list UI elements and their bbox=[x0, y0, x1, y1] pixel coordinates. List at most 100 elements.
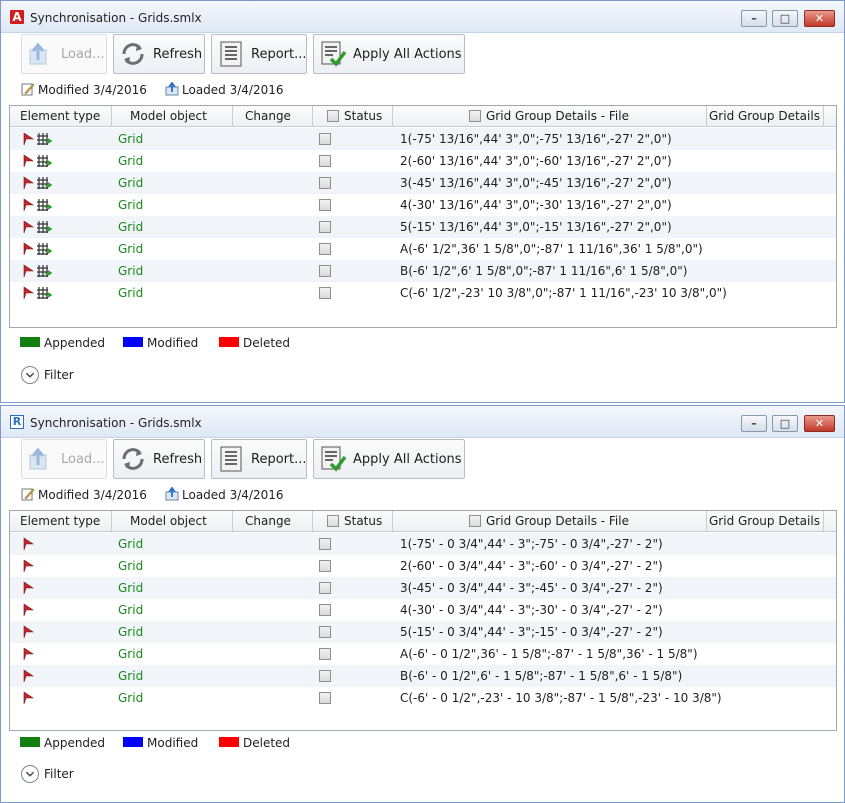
row-status-checkbox[interactable] bbox=[319, 265, 331, 277]
grid-element-icon bbox=[37, 177, 52, 189]
col-element-type[interactable]: Element type bbox=[10, 106, 112, 127]
synchronisation-window-revit: R Synchronisation - Grids.smlx – □ ✕ Loa… bbox=[0, 405, 845, 803]
row-status-checkbox[interactable] bbox=[319, 560, 331, 572]
refresh-icon bbox=[122, 43, 144, 65]
table-row[interactable]: Grid B(-6' - 0 1/2",6' - 1 5/8";-87' - 1 … bbox=[10, 665, 836, 687]
row-status-checkbox[interactable] bbox=[319, 199, 331, 211]
row-status-checkbox[interactable] bbox=[319, 133, 331, 145]
table-row[interactable]: Grid 5(-15' 13/16",44' 3",0";-15' 13/16",… bbox=[10, 216, 836, 238]
chevron-down-icon bbox=[21, 366, 39, 384]
load-button[interactable]: Load... bbox=[21, 34, 107, 74]
grid-element-icon bbox=[37, 133, 52, 145]
report-button[interactable]: Report... bbox=[211, 34, 307, 74]
model-object-cell: Grid bbox=[118, 625, 144, 639]
table-row[interactable]: Grid 4(-30' 13/16",44' 3",0";-30' 13/16",… bbox=[10, 194, 836, 216]
filter-label: Filter bbox=[44, 767, 74, 781]
model-object-cell: Grid bbox=[118, 286, 144, 300]
row-status-checkbox[interactable] bbox=[319, 648, 331, 660]
row-status-checkbox[interactable] bbox=[319, 287, 331, 299]
grid-element-icon bbox=[37, 287, 52, 299]
col-label: Status bbox=[344, 109, 383, 123]
col-status[interactable]: Status bbox=[313, 511, 393, 532]
details-file-cell: 5(-15' 13/16",44' 3",0";-15' 13/16",-27'… bbox=[400, 220, 672, 234]
status-select-all-checkbox[interactable] bbox=[327, 515, 339, 527]
load-icon bbox=[29, 447, 47, 470]
row-status-checkbox[interactable] bbox=[319, 670, 331, 682]
col-grid-group-details[interactable]: Grid Group Details bbox=[707, 511, 824, 532]
row-status-checkbox[interactable] bbox=[319, 177, 331, 189]
model-object-cell: Grid bbox=[118, 603, 144, 617]
table-row[interactable]: Grid 1(-75' - 0 3/4",44' - 3";-75' - 0 3/… bbox=[10, 533, 836, 555]
table-row[interactable]: Grid 2(-60' 13/16",44' 3",0";-60' 13/16",… bbox=[10, 150, 836, 172]
refresh-button[interactable]: Refresh bbox=[113, 439, 205, 479]
report-icon bbox=[220, 41, 242, 67]
model-object-cell: Grid bbox=[118, 220, 144, 234]
status-select-all-checkbox[interactable] bbox=[327, 110, 339, 122]
row-status-checkbox[interactable] bbox=[319, 692, 331, 704]
edit-document-icon bbox=[21, 83, 35, 96]
report-button[interactable]: Report... bbox=[211, 439, 307, 479]
details-file-cell: B(-6' - 0 1/2",6' - 1 5/8";-87' - 1 5/8"… bbox=[400, 669, 683, 683]
table-row[interactable]: Grid 3(-45' 13/16",44' 3",0";-45' 13/16",… bbox=[10, 172, 836, 194]
minimize-button[interactable]: – bbox=[741, 10, 767, 27]
table-row[interactable]: Grid C(-6' - 0 1/2",-23' - 10 3/8";-87' -… bbox=[10, 687, 836, 709]
maximize-button[interactable]: □ bbox=[772, 10, 798, 27]
table-row[interactable]: Grid 2(-60' - 0 3/4",44' - 3";-60' - 0 3/… bbox=[10, 555, 836, 577]
load-button[interactable]: Load... bbox=[21, 439, 107, 479]
grid-element-icon bbox=[37, 243, 52, 255]
col-grid-group-details[interactable]: Grid Group Details bbox=[707, 106, 824, 127]
col-model-object[interactable]: Model object bbox=[112, 511, 233, 532]
maximize-button[interactable]: □ bbox=[772, 415, 798, 432]
minimize-button[interactable]: – bbox=[741, 415, 767, 432]
col-status[interactable]: Status bbox=[313, 106, 393, 127]
load-icon bbox=[29, 42, 47, 65]
apply-checklist-icon bbox=[321, 41, 347, 67]
table-row[interactable]: Grid 1(-75' 13/16",44' 3",0";-75' 13/16",… bbox=[10, 128, 836, 150]
col-grid-group-details-file[interactable]: Grid Group Details - File bbox=[393, 511, 707, 532]
close-button[interactable]: ✕ bbox=[804, 10, 835, 27]
report-icon bbox=[220, 446, 242, 472]
row-status-checkbox[interactable] bbox=[319, 155, 331, 167]
details-file-select-all-checkbox[interactable] bbox=[469, 110, 481, 122]
table-row[interactable]: Grid B(-6' 1/2",6' 1 5/8",0";-87' 1 11/16… bbox=[10, 260, 836, 282]
refresh-button[interactable]: Refresh bbox=[113, 34, 205, 74]
legend-modified: Modified bbox=[123, 336, 198, 350]
row-status-checkbox[interactable] bbox=[319, 243, 331, 255]
table-row[interactable]: Grid 5(-15' - 0 3/4",44' - 3";-15' - 0 3/… bbox=[10, 621, 836, 643]
table-row[interactable]: Grid A(-6' - 0 1/2",36' - 1 5/8";-87' - 1… bbox=[10, 643, 836, 665]
col-label: Element type bbox=[20, 514, 101, 528]
col-change[interactable]: Change bbox=[233, 511, 313, 532]
table-row[interactable]: Grid 3(-45' - 0 3/4",44' - 3";-45' - 0 3/… bbox=[10, 577, 836, 599]
apply-all-actions-button[interactable]: Apply All Actions bbox=[313, 439, 465, 479]
table-row[interactable]: Grid 4(-30' - 0 3/4",44' - 3";-30' - 0 3/… bbox=[10, 599, 836, 621]
row-status-checkbox[interactable] bbox=[319, 582, 331, 594]
element-marker-icon bbox=[23, 669, 34, 683]
details-file-cell: 3(-45' 13/16",44' 3",0";-45' 13/16",-27'… bbox=[400, 176, 672, 190]
synchronisation-grid: Element type Model object Change Status … bbox=[9, 510, 837, 731]
close-button[interactable]: ✕ bbox=[804, 415, 835, 432]
row-status-checkbox[interactable] bbox=[319, 626, 331, 638]
apply-all-actions-button[interactable]: Apply All Actions bbox=[313, 34, 465, 74]
table-row[interactable]: Grid A(-6' 1/2",36' 1 5/8",0";-87' 1 11/1… bbox=[10, 238, 836, 260]
loaded-label: Loaded 3/4/2016 bbox=[182, 488, 284, 502]
col-label: Grid Group Details - File bbox=[486, 514, 629, 528]
row-status-checkbox[interactable] bbox=[319, 221, 331, 233]
close-icon: ✕ bbox=[814, 12, 825, 25]
model-object-cell: Grid bbox=[118, 264, 144, 278]
row-status-checkbox[interactable] bbox=[319, 604, 331, 616]
col-change[interactable]: Change bbox=[233, 106, 313, 127]
close-icon: ✕ bbox=[814, 417, 825, 430]
details-file-cell: B(-6' 1/2",6' 1 5/8",0";-87' 1 11/16",6'… bbox=[400, 264, 688, 278]
col-model-object[interactable]: Model object bbox=[112, 106, 233, 127]
legend-label: Deleted bbox=[243, 736, 291, 750]
report-label: Report... bbox=[251, 452, 307, 467]
col-label: Grid Group Details bbox=[709, 109, 820, 123]
details-file-select-all-checkbox[interactable] bbox=[469, 515, 481, 527]
row-status-checkbox[interactable] bbox=[319, 538, 331, 550]
col-grid-group-details-file[interactable]: Grid Group Details - File bbox=[393, 106, 707, 127]
load-label: Load... bbox=[61, 452, 105, 467]
col-element-type[interactable]: Element type bbox=[10, 511, 112, 532]
modified-label: Modified 3/4/2016 bbox=[38, 488, 147, 502]
col-label: Element type bbox=[20, 109, 101, 123]
table-row[interactable]: Grid C(-6' 1/2",-23' 10 3/8",0";-87' 1 11… bbox=[10, 282, 836, 304]
